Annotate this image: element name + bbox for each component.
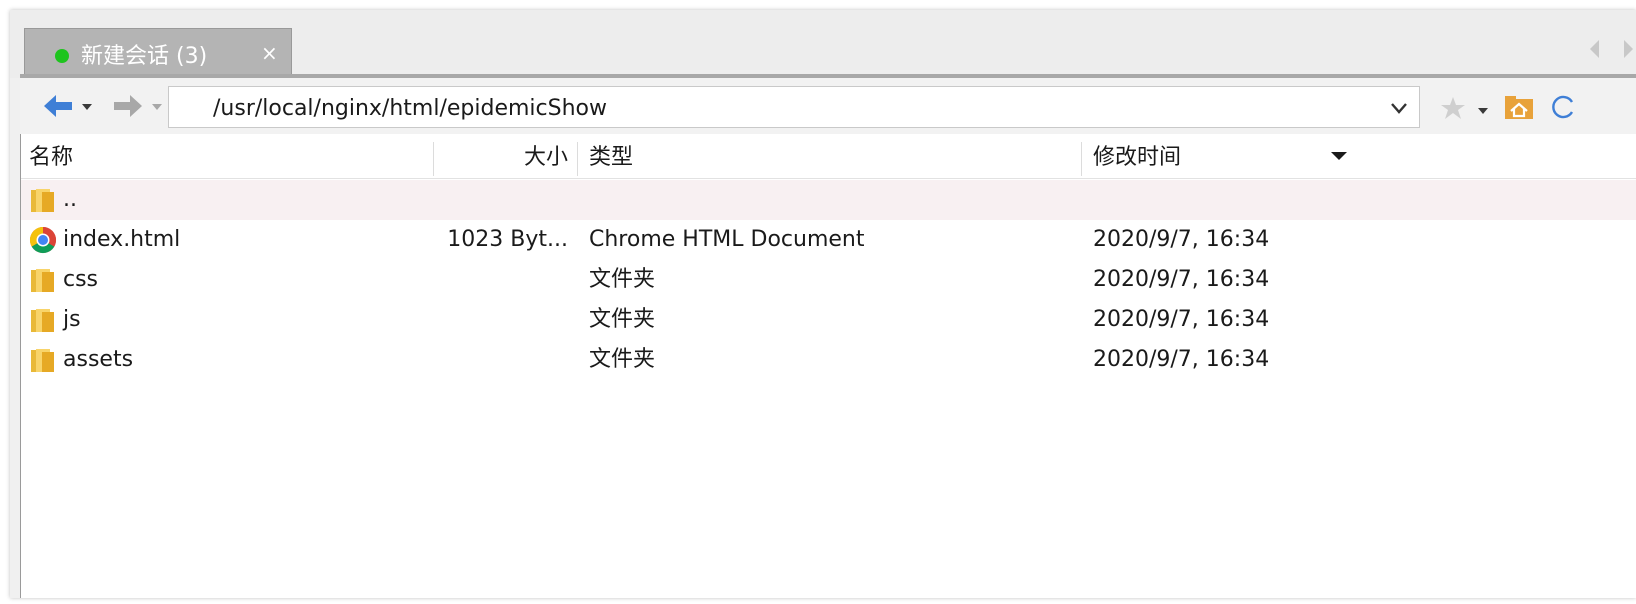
favorites-dropdown-icon[interactable] bbox=[1478, 108, 1488, 114]
session-tab[interactable]: 新建会话 (3) × bbox=[24, 28, 292, 78]
refresh-icon[interactable] bbox=[1550, 94, 1576, 120]
file-name: .. bbox=[63, 187, 77, 212]
file-row[interactable]: css 文件夹 2020/9/7, 16:34 bbox=[21, 260, 1636, 300]
back-history-dropdown-icon[interactable] bbox=[82, 104, 92, 110]
parent-directory-row[interactable]: .. bbox=[21, 180, 1636, 220]
file-type bbox=[589, 180, 1069, 220]
file-modified: 2020/9/7, 16:34 bbox=[1093, 227, 1270, 252]
file-type: 文件夹 bbox=[589, 347, 656, 372]
forward-history-dropdown-icon[interactable] bbox=[152, 104, 162, 110]
file-name: js bbox=[63, 307, 81, 332]
folder-icon bbox=[29, 186, 57, 214]
column-separator[interactable] bbox=[1081, 142, 1082, 176]
close-tab-icon[interactable]: × bbox=[261, 41, 278, 65]
column-separator[interactable] bbox=[577, 142, 578, 176]
navigation-toolbar: /usr/local/nginx/html/epidemicShow bbox=[20, 78, 1636, 134]
file-size: 1023 Byt... bbox=[447, 227, 568, 252]
file-modified: 2020/9/7, 16:34 bbox=[1093, 307, 1270, 332]
tab-scroll-left-icon[interactable] bbox=[1590, 40, 1599, 58]
file-size bbox=[434, 300, 568, 340]
file-modified: 2020/9/7, 16:34 bbox=[1093, 347, 1270, 372]
folder-icon bbox=[29, 346, 57, 374]
home-folder-icon[interactable] bbox=[1504, 94, 1534, 120]
column-header-modified[interactable]: 修改时间 bbox=[1093, 138, 1293, 178]
connection-status-icon bbox=[55, 49, 69, 63]
column-header-type[interactable]: 类型 bbox=[589, 138, 1069, 178]
file-size bbox=[434, 340, 568, 380]
file-type: 文件夹 bbox=[589, 307, 656, 332]
path-input[interactable]: /usr/local/nginx/html/epidemicShow bbox=[168, 86, 1420, 128]
chrome-icon bbox=[29, 226, 57, 254]
folder-icon bbox=[29, 306, 57, 334]
column-header-size[interactable]: 大小 bbox=[434, 138, 568, 178]
file-modified bbox=[1093, 180, 1393, 220]
file-modified: 2020/9/7, 16:34 bbox=[1093, 267, 1270, 292]
file-manager-window: 新建会话 (3) × /usr/local/nginx/html/epidemi… bbox=[10, 10, 1636, 598]
forward-arrow-icon[interactable] bbox=[112, 92, 144, 120]
file-list-header: 名称 大小 类型 修改时间 bbox=[21, 138, 1636, 179]
column-header-name[interactable]: 名称 bbox=[29, 138, 429, 178]
back-arrow-icon[interactable] bbox=[42, 92, 74, 120]
file-name: assets bbox=[63, 347, 134, 372]
file-name: index.html bbox=[63, 227, 181, 252]
session-tab-label: 新建会话 (3) bbox=[81, 44, 208, 69]
file-row[interactable]: js 文件夹 2020/9/7, 16:34 bbox=[21, 300, 1636, 340]
file-size bbox=[434, 260, 568, 300]
current-path: /usr/local/nginx/html/epidemicShow bbox=[213, 96, 607, 121]
file-row[interactable]: assets 文件夹 2020/9/7, 16:34 bbox=[21, 340, 1636, 380]
folder-icon bbox=[29, 266, 57, 294]
file-type: Chrome HTML Document bbox=[589, 227, 865, 252]
sort-descending-icon bbox=[1331, 152, 1347, 160]
file-type: 文件夹 bbox=[589, 267, 656, 292]
file-name: css bbox=[63, 267, 99, 292]
path-dropdown-chevron-icon[interactable] bbox=[1389, 95, 1409, 119]
file-size bbox=[434, 180, 568, 220]
file-row[interactable]: index.html 1023 Byt... Chrome HTML Documen… bbox=[21, 220, 1636, 260]
star-icon[interactable] bbox=[1440, 96, 1466, 120]
tab-scroll-right-icon[interactable] bbox=[1624, 40, 1633, 58]
file-list: 名称 大小 类型 修改时间 .. index.html 1023 Byt... Chr… bbox=[20, 134, 1636, 598]
tab-strip: 新建会话 (3) × bbox=[10, 10, 1636, 78]
